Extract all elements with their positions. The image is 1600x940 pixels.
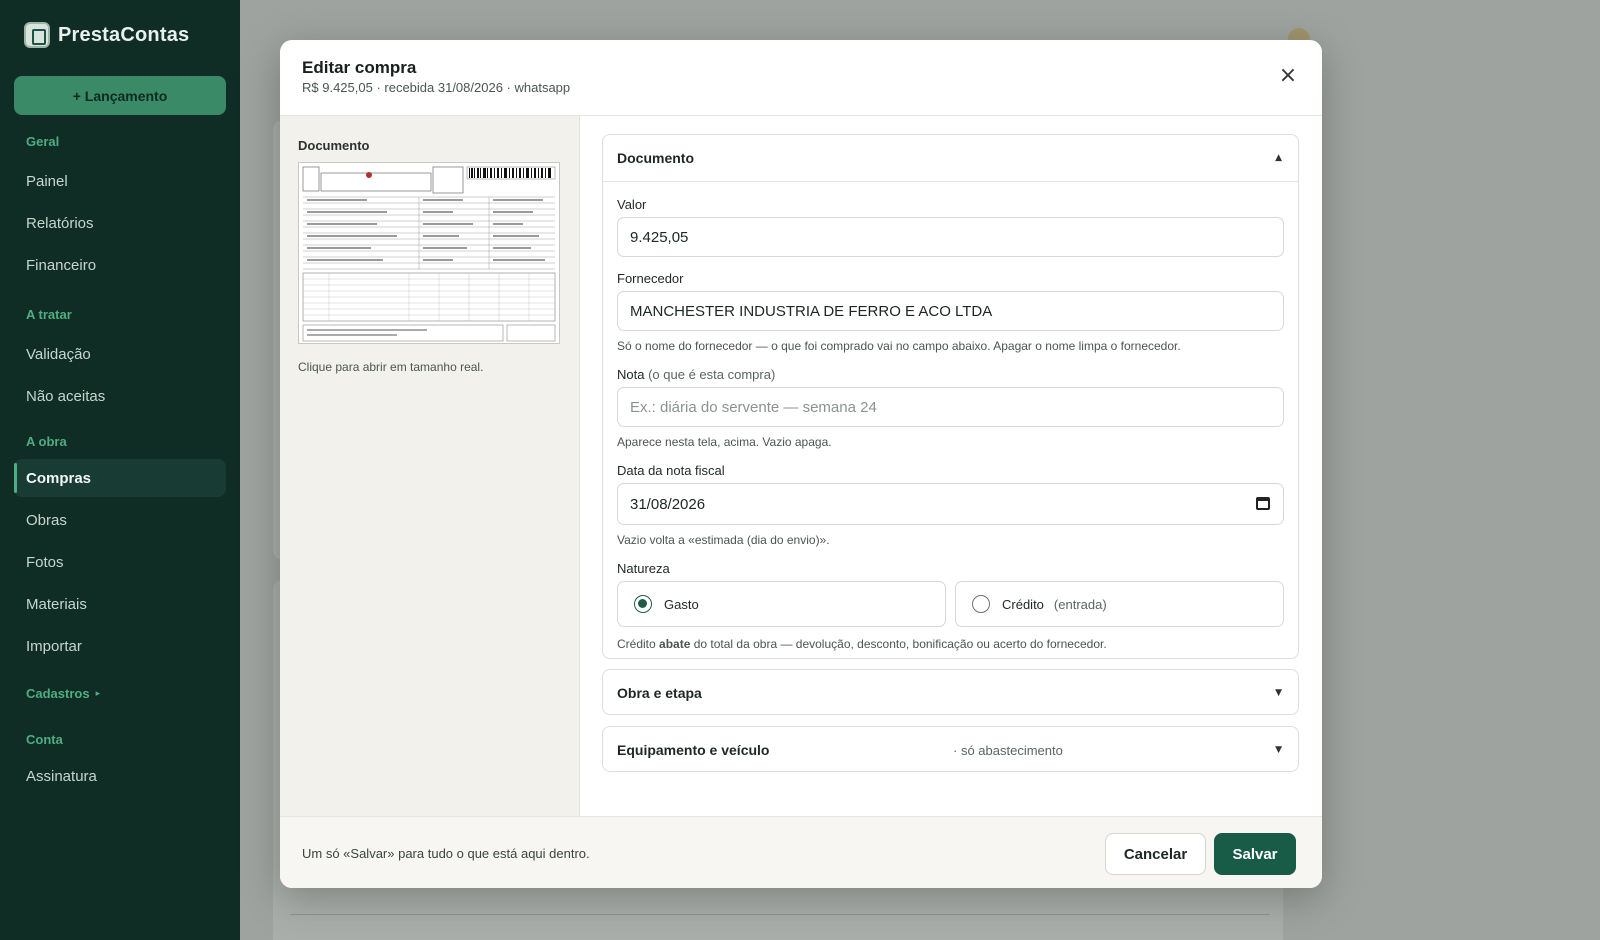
modal-header: Editar compra R$ 9.425,05 · recebida 31/… bbox=[280, 40, 1322, 116]
save-button[interactable]: Salvar bbox=[1214, 833, 1296, 875]
obra-etapa-section-title: Obra e etapa bbox=[617, 685, 702, 701]
cancel-button[interactable]: Cancelar bbox=[1105, 833, 1206, 875]
sidebar-item-importar[interactable]: Importar bbox=[14, 627, 226, 665]
documento-section-title: Documento bbox=[617, 150, 694, 166]
sidebar-item-financeiro[interactable]: Financeiro bbox=[14, 246, 226, 284]
valor-label: Valor bbox=[617, 197, 647, 212]
equipamento-section-title: Equipamento e veículo bbox=[617, 742, 770, 758]
section-divider bbox=[603, 181, 1298, 182]
natureza-label: Natureza bbox=[617, 561, 670, 576]
app-logo-icon bbox=[24, 22, 50, 48]
equipamento-section-note: · só abastecimento bbox=[953, 742, 1063, 758]
background-table-divider bbox=[290, 914, 1270, 915]
sidebar-item-fotos[interactable]: Fotos bbox=[14, 543, 226, 581]
modal-subtitle: R$ 9.425,05 · recebida 31/08/2026 · what… bbox=[302, 80, 571, 95]
brand-name: PrestaContas bbox=[58, 23, 190, 46]
modal-footer: Um só «Salvar» para tudo o que está aqui… bbox=[280, 816, 1322, 888]
data-nota-help: Vazio volta a «estimada (dia do envio)». bbox=[617, 533, 830, 547]
nota-label: Nota (o que é esta compra) bbox=[617, 367, 775, 382]
natureza-option-gasto[interactable]: Gasto bbox=[617, 581, 946, 627]
fornecedor-help: Só o nome do fornecedor — o que foi comp… bbox=[617, 339, 1181, 353]
document-preview-label: Documento bbox=[298, 138, 370, 153]
natureza-option-gasto-label: Gasto bbox=[664, 596, 699, 612]
chevron-up-icon: ▲ bbox=[1275, 153, 1282, 163]
sidebar-item-assinatura[interactable]: Assinatura bbox=[14, 757, 226, 795]
form-pane: Documento ▲ Valor Fornecedor Só o nome d… bbox=[580, 116, 1322, 816]
nota-input[interactable] bbox=[617, 387, 1284, 427]
natureza-help-bold: abate bbox=[659, 637, 691, 651]
sidebar-item-validacao[interactable]: Validação bbox=[14, 335, 226, 373]
radio-credito[interactable] bbox=[972, 595, 990, 613]
sidebar-item-nao-aceitas[interactable]: Não aceitas bbox=[14, 377, 226, 415]
document-open-hint: Clique para abrir em tamanho real. bbox=[298, 360, 484, 374]
obra-etapa-section-header[interactable]: Obra e etapa ▼ bbox=[603, 670, 1298, 716]
fornecedor-label: Fornecedor bbox=[617, 271, 684, 286]
nav-section-a-obra: A obra bbox=[26, 434, 67, 449]
valor-input[interactable] bbox=[617, 217, 1284, 257]
radio-gasto[interactable] bbox=[634, 595, 652, 613]
natureza-option-credito[interactable]: Crédito (entrada) bbox=[955, 581, 1284, 627]
sidebar-item-obras[interactable]: Obras bbox=[14, 501, 226, 539]
sidebar-item-painel[interactable]: Painel bbox=[14, 162, 226, 200]
obra-etapa-section[interactable]: Obra e etapa ▼ bbox=[602, 669, 1299, 715]
natureza-help-pre: Crédito bbox=[617, 637, 660, 651]
close-icon[interactable]: × bbox=[1274, 62, 1302, 90]
natureza-help-post: do total da obra — devolução, desconto, … bbox=[690, 637, 1107, 651]
brand[interactable]: PrestaContas bbox=[24, 22, 189, 48]
calendar-icon[interactable] bbox=[1256, 497, 1270, 510]
nav-section-cadastros-label: Cadastros bbox=[26, 686, 90, 701]
sidebar: PrestaContas + Lançamento Geral Painel R… bbox=[0, 0, 240, 940]
edit-purchase-modal: Editar compra R$ 9.425,05 · recebida 31/… bbox=[280, 40, 1322, 888]
equipamento-section-header[interactable]: Equipamento e veículo · só abastecimento… bbox=[603, 727, 1298, 773]
natureza-help: Crédito abate do total da obra — devoluç… bbox=[617, 637, 1107, 651]
footer-note: Um só «Salvar» para tudo o que está aqui… bbox=[302, 846, 590, 861]
nav-section-cadastros[interactable]: Cadastros ▸ bbox=[26, 686, 100, 701]
chevron-down-icon: ▼ bbox=[1275, 688, 1282, 698]
natureza-option-credito-label: Crédito bbox=[1002, 596, 1044, 612]
equipamento-section[interactable]: Equipamento e veículo · só abastecimento… bbox=[602, 726, 1299, 772]
sidebar-item-materiais[interactable]: Materiais bbox=[14, 585, 226, 623]
nota-label-text: Nota bbox=[617, 367, 645, 382]
nav-section-conta: Conta bbox=[26, 732, 63, 747]
document-thumbnail[interactable] bbox=[298, 162, 560, 344]
data-nota-label: Data da nota fiscal bbox=[617, 463, 725, 478]
natureza-option-credito-hint: (entrada) bbox=[1053, 596, 1107, 612]
caret-right-icon: ▸ bbox=[95, 688, 101, 699]
new-entry-button[interactable]: + Lançamento bbox=[14, 76, 226, 115]
nav-section-geral: Geral bbox=[26, 134, 60, 149]
sidebar-item-relatorios[interactable]: Relatórios bbox=[14, 204, 226, 242]
modal-title: Editar compra bbox=[302, 58, 417, 77]
sidebar-item-compras[interactable]: Compras bbox=[14, 459, 226, 497]
documento-section-header[interactable]: Documento ▲ bbox=[603, 135, 1298, 181]
chevron-down-icon: ▼ bbox=[1275, 745, 1282, 755]
document-preview-pane: Documento Clique para abrir em tamanho r… bbox=[280, 116, 580, 816]
nota-help: Aparece nesta tela, acima. Vazio apaga. bbox=[617, 435, 832, 449]
data-nota-input[interactable] bbox=[617, 483, 1284, 525]
invoice-image bbox=[299, 163, 559, 343]
nav-section-a-tratar: A tratar bbox=[26, 307, 72, 322]
documento-section: Documento ▲ Valor Fornecedor Só o nome d… bbox=[602, 134, 1299, 659]
fornecedor-input[interactable] bbox=[617, 291, 1284, 331]
nota-label-hint: (o que é esta compra) bbox=[648, 367, 776, 382]
